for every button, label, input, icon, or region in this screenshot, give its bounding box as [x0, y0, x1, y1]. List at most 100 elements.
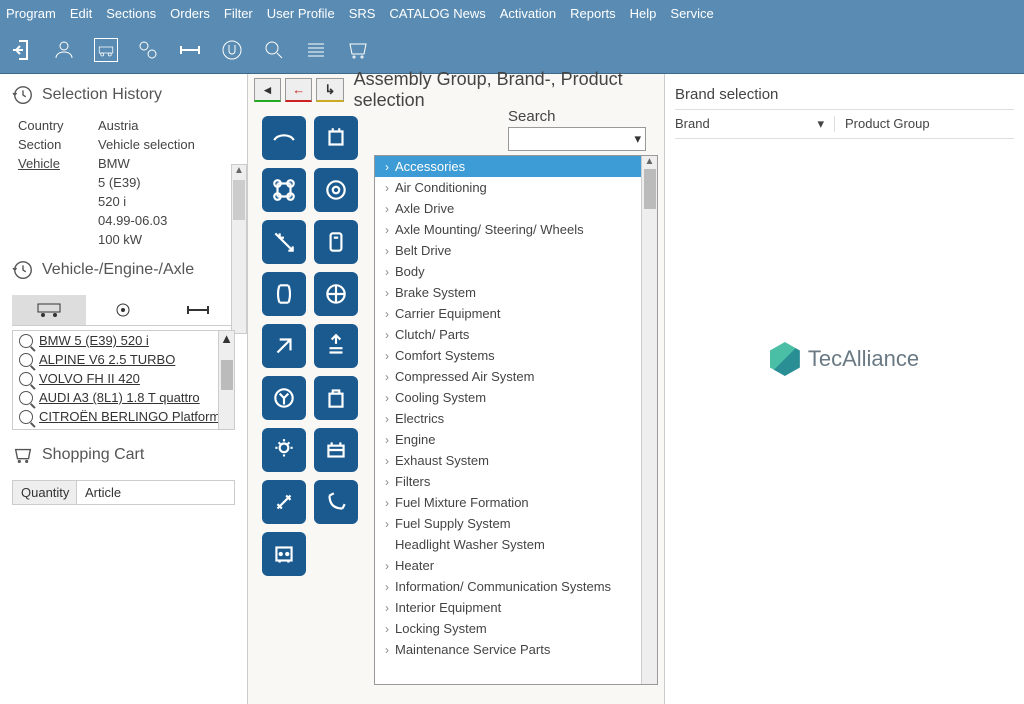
chassis-icon[interactable]	[262, 168, 306, 212]
cart-header: Shopping Cart	[0, 434, 247, 476]
menu-reports[interactable]: Reports	[570, 6, 616, 21]
scrollbar[interactable]: ▲	[641, 156, 657, 684]
history-row: VehicleBMW	[0, 154, 247, 173]
search-icon[interactable]	[262, 38, 286, 62]
history-row: 04.99-06.03	[0, 211, 247, 230]
menu-filter[interactable]: Filter	[224, 6, 253, 21]
nav-back[interactable]: ←	[285, 78, 312, 102]
vehicle-row[interactable]: ALPINE V6 2.5 TURBO	[13, 350, 234, 369]
assembly-row[interactable]: ›Maintenance Service Parts	[375, 639, 657, 660]
scrollbar[interactable]: ▲	[231, 164, 247, 334]
assembly-row[interactable]: ›Clutch/ Parts	[375, 324, 657, 345]
steering-icon[interactable]	[262, 376, 306, 420]
history-row: SectionVehicle selection	[0, 135, 247, 154]
assembly-row[interactable]: ›Cooling System	[375, 387, 657, 408]
history-row: CountryAustria	[0, 116, 247, 135]
menu-orders[interactable]: Orders	[170, 6, 210, 21]
axle-icon[interactable]	[178, 38, 202, 62]
history-title: Selection History	[42, 86, 162, 104]
assembly-row[interactable]: ›Electrics	[375, 408, 657, 429]
category-grid	[248, 106, 368, 704]
search-input[interactable]: ▾	[508, 127, 646, 151]
assembly-row[interactable]: ›Interior Equipment	[375, 597, 657, 618]
menu-activation[interactable]: Activation	[500, 6, 556, 21]
tab-engine[interactable]	[86, 295, 160, 325]
assembly-row[interactable]: ›Information/ Communication Systems	[375, 576, 657, 597]
u-icon[interactable]	[220, 38, 244, 62]
logo-area: TecAlliance	[675, 139, 1014, 579]
breadcrumb: Assembly Group, Brand-, Product selectio…	[354, 69, 664, 111]
nav-row: ◂ ← ↳ Assembly Group, Brand-, Product se…	[248, 74, 664, 106]
search-label: Search	[368, 108, 658, 125]
suspension-icon[interactable]	[262, 272, 306, 316]
body-icon[interactable]	[262, 116, 306, 160]
menu-program[interactable]: Program	[6, 6, 56, 21]
menu-help[interactable]: Help	[630, 6, 657, 21]
vehicle-icon[interactable]	[94, 38, 118, 62]
battery-icon[interactable]	[314, 428, 358, 472]
light-icon[interactable]	[262, 428, 306, 472]
menu-sections[interactable]: Sections	[106, 6, 156, 21]
menu-srs[interactable]: SRS	[349, 6, 376, 21]
assembly-row[interactable]: ›Axle Drive	[375, 198, 657, 219]
menubar: Program Edit Sections Orders Filter User Prof…	[0, 0, 1024, 26]
assembly-row[interactable]: ›Axle Mounting/ Steering/ Wheels	[375, 219, 657, 240]
assembly-row[interactable]: ›Compressed Air System	[375, 366, 657, 387]
assembly-row[interactable]: ›Accessories	[375, 156, 657, 177]
col-quantity: Quantity	[13, 481, 77, 504]
wiper-icon[interactable]	[262, 220, 306, 264]
brand-panel: Brand selection Brand▾ Product Group Tec…	[664, 74, 1024, 704]
assembly-row[interactable]: ›Engine	[375, 429, 657, 450]
assembly-row[interactable]: ›Carrier Equipment	[375, 303, 657, 324]
assembly-row[interactable]: ›Headlight Washer System	[375, 534, 657, 555]
assembly-row[interactable]: ›Heater	[375, 555, 657, 576]
history-row: 5 (E39)	[0, 173, 247, 192]
col-article: Article	[77, 481, 129, 504]
assembly-row[interactable]: ›Comfort Systems	[375, 345, 657, 366]
tab-axle[interactable]	[161, 295, 235, 325]
assembly-row[interactable]: ›Body	[375, 261, 657, 282]
center-panel: Search ▾ ›Accessories›Air Conditioning›A…	[368, 106, 664, 704]
assembly-row[interactable]: ›Fuel Supply System	[375, 513, 657, 534]
exit-icon[interactable]	[10, 38, 34, 62]
assembly-row[interactable]: ›Exhaust System	[375, 450, 657, 471]
calendar-icon[interactable]	[262, 532, 306, 576]
scrollbar[interactable]: ▲	[218, 331, 234, 429]
tab-vehicle[interactable]	[12, 295, 86, 325]
menu-user-profile[interactable]: User Profile	[267, 6, 335, 21]
vehicle-row[interactable]: VOLVO FH II 420	[13, 369, 234, 388]
menu-edit[interactable]: Edit	[70, 6, 92, 21]
assembly-row[interactable]: ›Fuel Mixture Formation	[375, 492, 657, 513]
menu-catalog-news[interactable]: CATALOG News	[389, 6, 485, 21]
exhaust-icon[interactable]	[314, 480, 358, 524]
engine-icon[interactable]	[314, 116, 358, 160]
assembly-row[interactable]: ›Locking System	[375, 618, 657, 639]
assembly-row[interactable]: ›Brake System	[375, 282, 657, 303]
assembly-row[interactable]: ›Air Conditioning	[375, 177, 657, 198]
vehicle-row[interactable]: BMW 5 (E39) 520 i	[13, 331, 234, 350]
vehicle-row[interactable]: CITROËN BERLINGO Platform/	[13, 407, 234, 426]
cart-icon[interactable]	[346, 38, 370, 62]
fuel-icon[interactable]	[314, 220, 358, 264]
toolbar	[0, 26, 1024, 74]
list-icon[interactable]	[304, 38, 328, 62]
assembly-list: ›Accessories›Air Conditioning›Axle Drive…	[374, 155, 658, 685]
seat-icon[interactable]	[314, 376, 358, 420]
col-product[interactable]: Product Group	[835, 116, 930, 132]
assembly-row[interactable]: ›Filters	[375, 471, 657, 492]
sparkplug-icon[interactable]	[262, 480, 306, 524]
vehicle-row[interactable]: AUDI A3 (8L1) 1.8 T quattro	[13, 388, 234, 407]
assembly-row[interactable]: ›Belt Drive	[375, 240, 657, 261]
tool-icon[interactable]	[262, 324, 306, 368]
gears-icon[interactable]	[136, 38, 160, 62]
user-icon[interactable]	[52, 38, 76, 62]
brake-icon[interactable]	[314, 272, 358, 316]
col-brand[interactable]: Brand▾	[675, 116, 835, 132]
wheel-icon[interactable]	[314, 168, 358, 212]
nav-first[interactable]: ◂	[254, 78, 281, 102]
menu-service[interactable]: Service	[670, 6, 713, 21]
ac-icon[interactable]	[314, 324, 358, 368]
dropdown-icon: ▾	[634, 131, 641, 147]
history-row: 100 kW	[0, 230, 247, 249]
nav-forward[interactable]: ↳	[316, 78, 343, 102]
